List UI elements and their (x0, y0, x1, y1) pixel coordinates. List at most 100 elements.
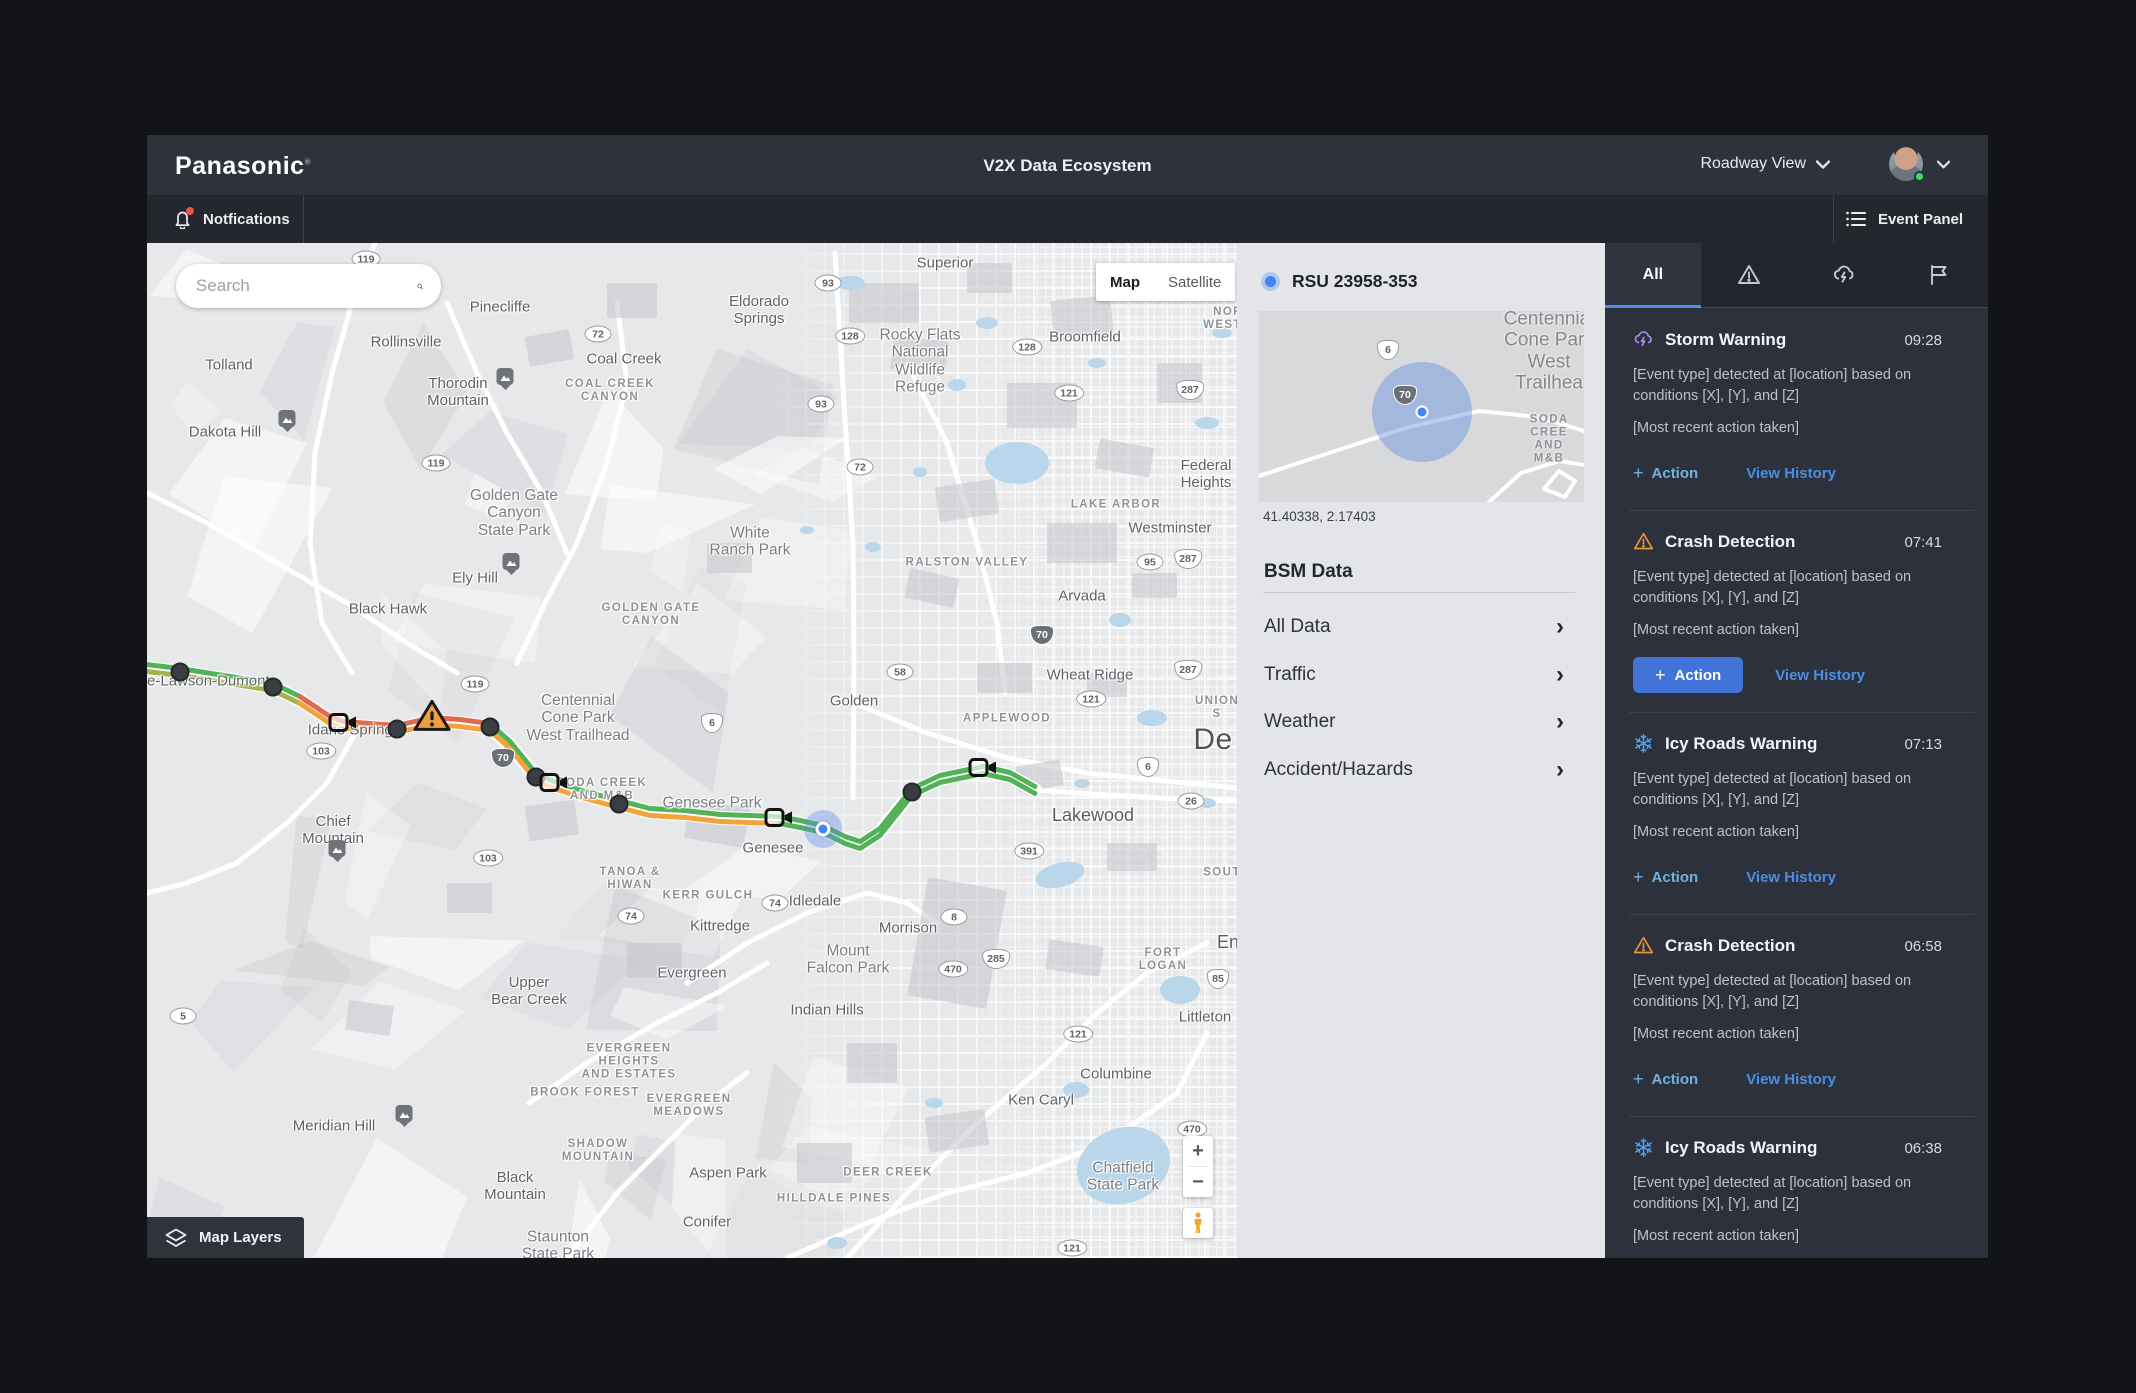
bsm-item-label: Weather (1264, 711, 1335, 733)
chevron-right-icon: › (1556, 615, 1564, 639)
rsu-node-dot[interactable] (903, 783, 922, 802)
rsu-title: RSU 23958-353 (1292, 271, 1418, 292)
peak-pin-icon (396, 1105, 413, 1122)
pegman-icon (1192, 1212, 1204, 1234)
notifications-button[interactable]: Notfications (147, 195, 303, 243)
event-time: 07:41 (1904, 534, 1942, 551)
crash-event-icon (1633, 935, 1654, 961)
action-link[interactable]: +Action (1633, 1069, 1698, 1090)
traffic-camera-marker[interactable] (968, 756, 998, 785)
bsm-item-traffic[interactable]: Traffic› (1264, 655, 1564, 695)
crash-event-icon (1633, 531, 1654, 557)
traffic-camera-marker[interactable] (764, 806, 794, 835)
chevron-right-icon: › (1556, 663, 1564, 687)
terrain-facet (285, 816, 332, 948)
event-panel-label: Event Panel (1878, 211, 1963, 228)
rsu-detail-panel: RSU 23958-353 Centennial Cone Park West … (1237, 243, 1605, 1258)
rsu-minimap[interactable]: Centennial Cone Park West TrailheaSODA C… (1259, 311, 1584, 502)
tab-all[interactable]: All (1605, 243, 1701, 307)
map-layers-button[interactable]: Map Layers (147, 1217, 304, 1258)
event-title: Icy Roads Warning (1665, 1138, 1817, 1158)
event-card: Icy Roads Warning07:13[Event type] detec… (1605, 712, 1988, 914)
water-body (1195, 417, 1219, 429)
search-icon[interactable] (417, 276, 423, 297)
notifications-label: Notfications (203, 211, 290, 228)
city-block (977, 663, 1032, 693)
city-block (890, 334, 949, 376)
water-body (865, 542, 881, 552)
water-body (1160, 976, 1200, 1004)
water-body (976, 317, 998, 329)
map-canvas[interactable]: TollandRollinsvillePinecliffeCoal CreekS… (147, 243, 1237, 1258)
rsu-node-dot[interactable] (388, 720, 407, 739)
event-title: Crash Detection (1665, 936, 1795, 956)
terrain-facet (564, 389, 663, 500)
tab-warning[interactable] (1701, 243, 1797, 307)
zoom-in-button[interactable]: + (1183, 1136, 1213, 1166)
terrain-facet (567, 1179, 610, 1258)
peak-pin-icon (503, 553, 520, 570)
map-search (176, 264, 441, 308)
rsu-node-dot[interactable] (264, 678, 283, 697)
app-window: Panasonic® V2X Data Ecosystem Roadway Vi… (147, 135, 1988, 1258)
bsm-divider (1263, 592, 1575, 593)
city-block (607, 283, 657, 318)
flag-icon (1928, 263, 1952, 287)
list-icon (1846, 211, 1866, 227)
water-body (1212, 328, 1232, 338)
event-last-action: [Most recent action taken] (1633, 622, 1799, 638)
bsm-item-all-data[interactable]: All Data› (1264, 607, 1564, 647)
event-description: [Event type] detected at [location] base… (1633, 567, 1941, 609)
city-block (1132, 573, 1177, 598)
view-history-link[interactable]: View History (1746, 869, 1836, 886)
bell-icon (173, 209, 193, 229)
water-body (800, 526, 814, 534)
city-block (707, 543, 752, 573)
traffic-camera-marker[interactable] (328, 711, 358, 740)
event-card: Crash Detection07:41[Event type] detecte… (1605, 510, 1988, 712)
card-divider (1629, 712, 1975, 713)
water-body (948, 379, 966, 391)
avatar[interactable] (1889, 147, 1923, 181)
avatar-chevron-down-icon[interactable] (1937, 160, 1950, 169)
terrain-facet (604, 1154, 666, 1219)
city-block (1007, 383, 1077, 428)
chevron-right-icon: › (1556, 758, 1564, 782)
pegman-button[interactable] (1183, 1208, 1213, 1238)
action-button[interactable]: +Action (1633, 657, 1743, 693)
action-link[interactable]: +Action (1633, 463, 1698, 484)
action-link[interactable]: +Action (1633, 867, 1698, 888)
search-input[interactable] (196, 276, 417, 296)
rsu-node-dot[interactable] (171, 663, 190, 682)
bsm-item-weather[interactable]: Weather› (1264, 702, 1564, 742)
toolbar-divider (303, 195, 304, 243)
bsm-section-title: BSM Data (1264, 561, 1353, 583)
view-history-link[interactable]: View History (1746, 1071, 1836, 1088)
hazard-warning-marker[interactable] (412, 698, 452, 737)
event-description: [Event type] detected at [location] base… (1633, 971, 1941, 1013)
event-last-action: [Most recent action taken] (1633, 420, 1799, 436)
event-panel-toggle[interactable]: Event Panel (1846, 195, 1963, 243)
rsu-node-dot[interactable] (481, 718, 500, 737)
city-block (1157, 363, 1202, 403)
city-block (1087, 673, 1127, 697)
city-block (447, 883, 492, 913)
bsm-item-accident-hazards[interactable]: Accident/Hazards› (1264, 750, 1564, 790)
view-history-link[interactable]: View History (1775, 667, 1865, 684)
ice-event-icon (1633, 733, 1654, 759)
event-title: Icy Roads Warning (1665, 734, 1817, 754)
terrain-facet (314, 1138, 467, 1258)
city-block (1050, 295, 1114, 341)
map-type-map[interactable]: Map (1096, 274, 1154, 291)
view-history-link[interactable]: View History (1746, 465, 1836, 482)
rsu-node-dot[interactable] (610, 795, 629, 814)
zoom-out-button[interactable]: − (1183, 1167, 1213, 1197)
selected-rsu-marker[interactable] (804, 810, 842, 848)
water-body (985, 442, 1049, 484)
traffic-camera-marker[interactable] (539, 771, 569, 800)
view-selector-dropdown[interactable]: Roadway View (1700, 155, 1830, 173)
tab-storm[interactable] (1797, 243, 1893, 307)
map-type-satellite[interactable]: Satellite (1154, 274, 1235, 291)
chevron-down-icon (1816, 160, 1830, 169)
tab-flag[interactable] (1892, 243, 1988, 307)
